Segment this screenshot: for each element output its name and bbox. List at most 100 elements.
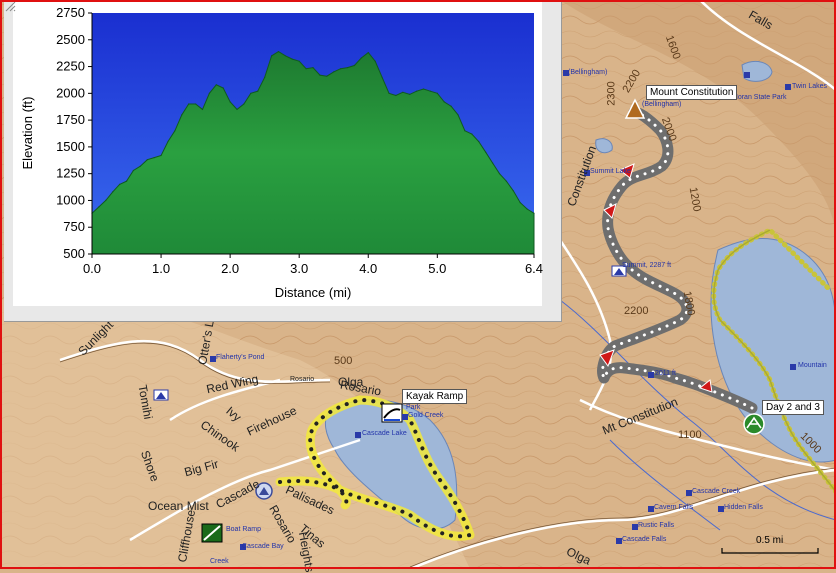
poi-label: Summit Lake — [590, 168, 631, 175]
contour-label: 2300 — [605, 81, 618, 106]
elevation-point — [208, 92, 210, 94]
elevation-point — [271, 55, 273, 57]
elevation-point — [119, 183, 121, 185]
x-tick-label: 0.0 — [83, 261, 101, 276]
elevation-point — [492, 162, 494, 164]
elevation-point — [340, 68, 342, 70]
poi-label: Rustic Falls — [638, 522, 675, 529]
poi-label: Moran State Park — [732, 94, 787, 101]
elevation-point — [229, 101, 231, 103]
elevation-point — [284, 55, 286, 57]
poi-label: Twin Lakes — [792, 83, 828, 90]
elevation-point — [174, 130, 176, 132]
kayak-ramp-icon[interactable] — [381, 403, 403, 423]
elevation-point — [201, 108, 204, 110]
elevation-point — [319, 74, 321, 76]
elevation-point — [105, 199, 107, 201]
elevation-point — [416, 90, 418, 92]
elevation-point — [436, 92, 438, 94]
poi-marker[interactable] — [355, 432, 361, 438]
elevation-point — [485, 151, 487, 153]
elevation-point — [153, 157, 155, 159]
poi-label: Summit, 2287 ft — [622, 262, 672, 269]
x-tick-label: 3.0 — [290, 261, 308, 276]
boat-ramp-icon[interactable] — [201, 523, 223, 543]
elevation-point — [250, 92, 252, 94]
y-tick-label: 1500 — [56, 139, 85, 154]
elevation-point — [464, 130, 466, 132]
elevation-point — [277, 51, 280, 53]
y-tick-label: 2250 — [56, 59, 85, 74]
picnic-table-icon[interactable] — [743, 413, 765, 435]
poi-label: Park — [406, 404, 421, 411]
elevation-point — [353, 64, 355, 67]
elevation-point — [215, 84, 217, 86]
poi-label: 2011 ft — [655, 370, 676, 377]
elevation-point — [257, 90, 259, 92]
elevation-point — [243, 103, 245, 105]
x-tick-label: 4.0 — [359, 261, 377, 276]
x-tick-label: 5.0 — [428, 261, 446, 276]
poi-label: Cascade Lake — [362, 430, 407, 437]
poi-label: Rosario — [290, 376, 315, 383]
elevation-point — [125, 180, 128, 182]
y-tick-label: 2000 — [56, 85, 85, 100]
poi-label: Creek — [210, 558, 229, 565]
y-tick-label: 1750 — [56, 112, 85, 127]
poi-label: Mountain — [798, 362, 827, 369]
elevation-point — [471, 133, 473, 135]
poi-label: Hidden Falls — [724, 504, 763, 511]
elevation-point — [346, 67, 349, 69]
x-tick-label: 6.4 — [525, 261, 543, 276]
poi-marker[interactable] — [648, 372, 654, 378]
elevation-point — [195, 103, 197, 105]
poi-marker[interactable] — [790, 364, 796, 370]
elevation-point — [478, 140, 480, 143]
elevation-point — [112, 191, 114, 193]
elevation-point — [443, 101, 445, 103]
elevation-point — [333, 71, 335, 73]
elevation-point — [498, 173, 501, 175]
elevation-point — [505, 180, 507, 182]
poi-marker[interactable] — [785, 84, 791, 90]
y-tick-label: 2500 — [56, 32, 85, 47]
callout-kayak-ramp[interactable]: Kayak Ramp — [402, 389, 468, 404]
elevation-point — [167, 140, 169, 143]
elevation-point — [132, 169, 134, 172]
y-tick-label: 2750 — [56, 5, 85, 20]
elevation-point — [312, 67, 314, 69]
elevation-point — [512, 190, 514, 192]
elevation-point — [367, 52, 369, 54]
elevation-point — [146, 159, 148, 161]
contour-label: 500 — [334, 355, 353, 367]
elevation-point — [450, 105, 452, 107]
elevation-profile-panel[interactable]: 2750 2500 2250 2000 1750 1500 1250 1000 750 500 0.… — [4, 0, 562, 322]
poi-label: Cascade Creek — [692, 488, 741, 495]
elevation-point — [291, 58, 293, 60]
poi-label: (Bellingham) — [568, 69, 608, 76]
elevation-point — [139, 165, 141, 167]
poi-label: Boat Ramp — [226, 526, 262, 533]
poi-marker[interactable] — [744, 72, 750, 78]
elevation-point — [519, 202, 521, 204]
poi-label: Cavern Falls — [654, 504, 694, 511]
resize-grip-icon[interactable] — [4, 0, 16, 12]
elevation-point — [222, 87, 224, 89]
x-tick-label: 1.0 — [152, 261, 170, 276]
poi-label: (Bellingham) — [642, 101, 682, 108]
elevation-point — [305, 68, 307, 70]
elevation-point — [326, 75, 328, 77]
poi-label: Cascade Bay — [242, 543, 284, 550]
poi-label: Flaherty's Pond — [216, 354, 265, 361]
elevation-point — [160, 154, 162, 157]
elevation-point — [457, 114, 459, 116]
callout-mount-constitution[interactable]: Mount Constitution — [646, 85, 738, 100]
y-tick-label: 1250 — [56, 166, 85, 181]
elevation-point — [402, 91, 404, 93]
elevation-chart: 2750 2500 2250 2000 1750 1500 1250 1000 750 5000.… — [13, 2, 543, 306]
elevation-point — [181, 114, 183, 116]
elevation-point — [381, 76, 383, 78]
callout-day2and3[interactable]: Day 2 and 3 — [762, 400, 824, 415]
camp-icon[interactable] — [153, 389, 169, 401]
x-axis-label: Distance (mi) — [275, 285, 352, 300]
